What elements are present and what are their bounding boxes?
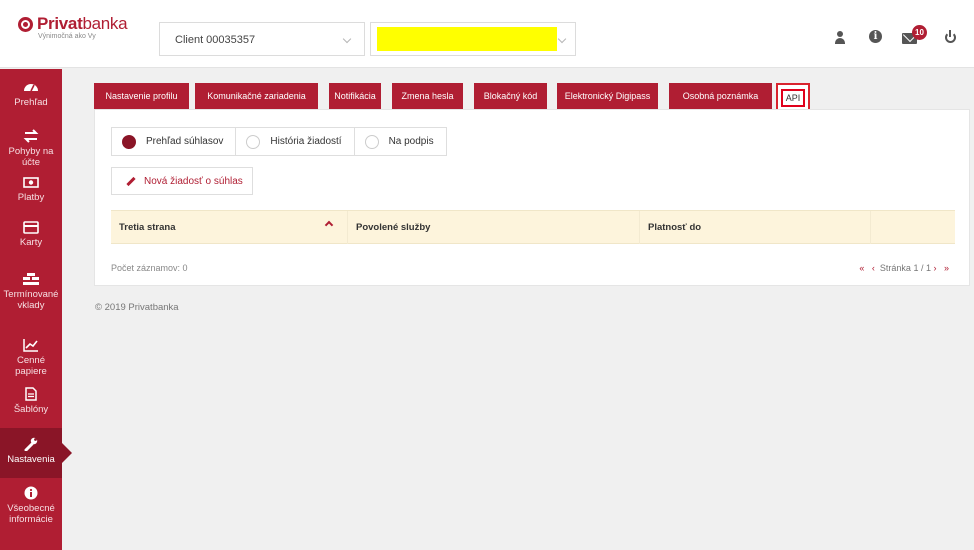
next-page-icon[interactable]: › xyxy=(933,263,936,273)
tab-elektronicky-digipass[interactable]: Elektronický Digipass xyxy=(557,83,658,109)
card-icon xyxy=(22,220,40,234)
radio-label: Na podpis xyxy=(388,136,434,147)
radio-na-podpis[interactable]: Na podpis xyxy=(355,128,446,155)
sidebar-item-pohyby[interactable]: Pohyby na účte xyxy=(0,129,62,173)
radio-label: Prehľad súhlasov xyxy=(146,136,224,147)
redacted-account-value xyxy=(377,27,557,51)
sidebar-item-platby[interactable]: Platby xyxy=(0,175,62,219)
logout-icon[interactable] xyxy=(944,30,957,43)
tab-komunikacne-zariadenia[interactable]: Komunikačné zariadenia xyxy=(195,83,318,109)
deposit-icon xyxy=(22,272,40,286)
logo-icon xyxy=(18,16,33,32)
money-icon xyxy=(22,175,40,189)
new-consent-request-button[interactable]: Nová žiadosť o súhlas xyxy=(111,167,253,195)
column-header-tretia-strana[interactable]: Tretia strana xyxy=(111,211,348,244)
sidebar-item-sablony[interactable]: Šablóny xyxy=(0,387,62,431)
chart-line-icon xyxy=(22,338,40,352)
consent-view-radio-group: Prehľad súhlasov História žiadostí Na po… xyxy=(111,127,447,156)
copyright-footer: © 2019 Privatbanka xyxy=(95,302,179,313)
tab-nastavenie-profilu[interactable]: Nastavenie profilu xyxy=(94,83,189,109)
sidebar-item-nastavenia[interactable]: Nastavenia xyxy=(0,428,72,478)
sidebar-item-prehlad[interactable]: Prehľad xyxy=(0,80,62,124)
previous-page-icon[interactable]: ‹ xyxy=(872,263,875,273)
exchange-icon xyxy=(22,129,40,143)
records-count: Počet záznamov: 0 xyxy=(111,263,188,273)
tab-api[interactable]: API xyxy=(776,83,810,109)
tab-notifikacia[interactable]: Notifikácia xyxy=(329,83,381,109)
sidebar: Prehľad Pohyby na účte Platby Karty Term… xyxy=(0,69,72,550)
radio-unselected-icon xyxy=(246,134,261,149)
client-select-value: Client 00035357 xyxy=(175,34,256,46)
sidebar-item-cenne-papiere[interactable]: Cenné papiere xyxy=(0,338,62,382)
chevron-down-icon xyxy=(557,34,567,44)
privatbanka-logo[interactable]: Privatbanka Výnimočná ako Vy xyxy=(18,14,128,40)
info-icon xyxy=(22,486,40,500)
dashboard-icon xyxy=(22,80,40,94)
client-select[interactable]: Client 00035357 xyxy=(159,22,365,56)
template-icon xyxy=(22,387,40,401)
tab-zmena-hesla[interactable]: Zmena hesla xyxy=(392,83,463,109)
sort-up-icon[interactable] xyxy=(324,220,334,230)
sidebar-item-vseobecne-informacie[interactable]: Všeobecné informácie xyxy=(0,486,62,542)
info-icon[interactable]: i xyxy=(869,30,883,44)
column-header-platnost-do: Platnosť do xyxy=(640,211,871,244)
tab-osobna-poznamka[interactable]: Osobná poznámka xyxy=(669,83,772,109)
account-select[interactable] xyxy=(370,22,576,56)
last-page-icon[interactable]: » xyxy=(944,263,949,273)
first-page-icon[interactable]: « xyxy=(859,263,864,273)
radio-prehlad-suhlasov[interactable]: Prehľad súhlasov xyxy=(112,128,237,155)
top-header: Privatbanka Výnimočná ako Vy Client 0003… xyxy=(0,0,974,68)
sidebar-item-terminovane-vklady[interactable]: Termínované vklady xyxy=(0,272,62,328)
radio-unselected-icon xyxy=(364,134,379,149)
logo-text: Privatbanka xyxy=(37,14,128,33)
chevron-down-icon xyxy=(342,34,352,44)
tab-blokacny-kod[interactable]: Blokačný kód xyxy=(474,83,547,109)
radio-selected-icon xyxy=(122,134,136,149)
consents-table-header: Tretia strana Povolené služby Platnosť d… xyxy=(111,210,955,244)
page-indicator: Stránka 1 / 1 xyxy=(879,263,931,273)
radio-label: História žiadostí xyxy=(270,136,342,147)
new-consent-request-label: Nová žiadosť o súhlas xyxy=(144,175,243,187)
tab-api-label: API xyxy=(780,89,806,107)
consents-panel: Prehľad súhlasov História žiadostí Na po… xyxy=(94,109,970,286)
user-icon[interactable] xyxy=(833,30,847,44)
messages-icon[interactable]: 10 xyxy=(902,25,927,47)
radio-historia-ziadosti[interactable]: História žiadostí xyxy=(236,128,355,155)
pagination: « ‹ Stránka 1 / 1 › » xyxy=(859,263,949,273)
column-header-actions xyxy=(871,211,955,244)
column-header-povolene-sluzby: Povolené služby xyxy=(348,211,640,244)
unread-count-badge: 10 xyxy=(912,25,927,40)
pencil-icon xyxy=(126,176,136,186)
logo-tagline: Výnimočná ako Vy xyxy=(38,33,96,40)
wrench-icon xyxy=(22,437,40,452)
sidebar-item-karty[interactable]: Karty xyxy=(0,220,62,264)
